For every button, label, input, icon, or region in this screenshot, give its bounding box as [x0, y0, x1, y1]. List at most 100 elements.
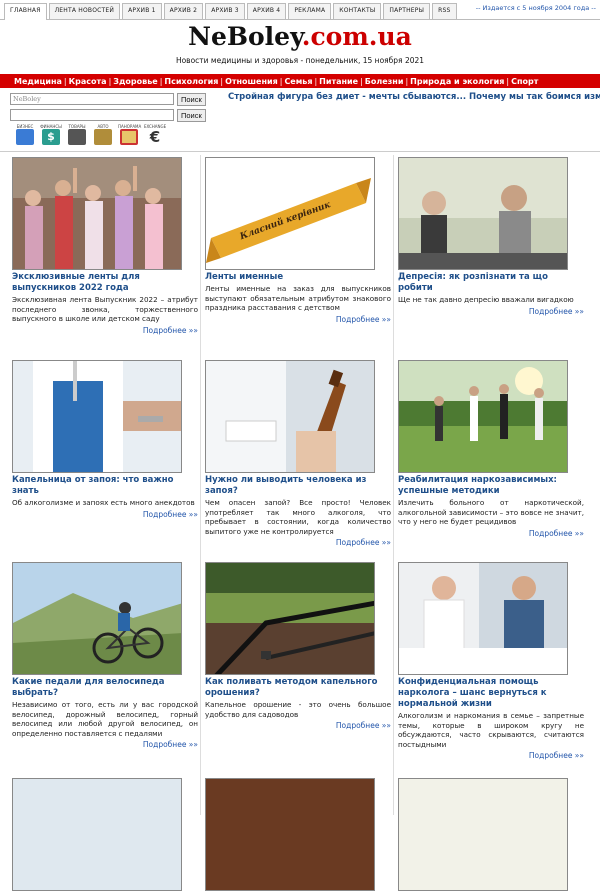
tab-advertising[interactable]: РЕКЛАМА	[288, 3, 332, 19]
article-title[interactable]: Реабилитация наркозависимых: успешные ме…	[398, 475, 578, 497]
tab-news-feed[interactable]: ЛЕНТА НОВОСТЕЙ	[48, 3, 121, 19]
panorama-icon[interactable]: ПАНОРАМА	[118, 124, 141, 145]
search-row-2: Поиск	[10, 109, 206, 122]
logo-name: NeBoley	[188, 22, 302, 51]
article-description: Излечить больного от наркотической, алко…	[398, 498, 584, 526]
read-more-link[interactable]: Подробнее »»	[398, 307, 584, 316]
article-title[interactable]: Какие педали для велосипеда выбрать?	[12, 677, 192, 699]
article-card	[205, 778, 385, 891]
tab-home[interactable]: ГЛАВНАЯ	[4, 3, 47, 20]
tab-archive-3[interactable]: АРХИВ 3	[205, 3, 245, 19]
article-title[interactable]: Капельница от запоя: что важно знать	[12, 475, 192, 497]
article-image-rehab[interactable]	[398, 360, 568, 473]
article-image-partial[interactable]	[12, 778, 182, 891]
article-image-drip-irrigation[interactable]	[205, 562, 375, 675]
goods-icon[interactable]: ТОВАРЫ	[66, 124, 88, 145]
article-card	[398, 778, 578, 891]
article-card: Класний керівник Ленты именные Ленты име…	[205, 157, 391, 324]
tab-contacts[interactable]: КОНТАКТЫ	[333, 3, 382, 19]
tab-rss[interactable]: RSS	[432, 3, 457, 19]
search-button-web[interactable]: Поиск	[177, 109, 206, 122]
menu-separator: |	[405, 76, 409, 86]
read-more-link[interactable]: Подробнее »»	[205, 315, 391, 324]
article-image-partial[interactable]	[398, 778, 568, 891]
read-more-link[interactable]: Подробнее »»	[12, 326, 198, 335]
article-image-ribbon[interactable]: Класний керівник	[205, 157, 375, 270]
search-input-web[interactable]	[10, 109, 174, 121]
partner-icons: БИЗНЕС ФИНАНСЫ $ ТОВАРЫ АВТО ПАНОРАМА EXC…	[14, 124, 170, 145]
search-row-1: Поиск	[10, 93, 206, 106]
menu-separator: |	[108, 76, 112, 86]
article-card: Реабилитация наркозависимых: успешные ме…	[398, 360, 584, 538]
column-divider	[393, 155, 394, 815]
menu-psychology[interactable]: Психология	[164, 77, 218, 86]
auto-icon[interactable]: АВТО	[92, 124, 114, 145]
menu-separator: |	[220, 76, 224, 86]
read-more-link[interactable]: Подробнее »»	[12, 510, 198, 519]
menu-separator: |	[506, 76, 510, 86]
tab-archive-2[interactable]: АРХИВ 2	[163, 3, 204, 19]
article-card: Какие педали для велосипеда выбрать? Нез…	[12, 562, 198, 749]
site-logo[interactable]: NeBoley.com.ua	[0, 22, 600, 51]
exchange-icon[interactable]: EXCHANGE €	[144, 124, 166, 145]
menu-separator: |	[159, 76, 163, 86]
menu-relationships[interactable]: Отношения	[225, 77, 278, 86]
article-title[interactable]: Конфиденциальная помощь нарколога – шанс…	[398, 677, 578, 710]
article-card	[12, 778, 192, 891]
article-image-narcologist[interactable]	[398, 562, 568, 675]
tab-partners[interactable]: ПАРТНЕРЫ	[383, 3, 431, 19]
article-description: Ще не так давно депресію вважали вигадко…	[398, 295, 574, 304]
article-title[interactable]: Как поливать методом капельного орошения…	[205, 677, 385, 699]
article-title[interactable]: Эксклюзивные ленты для выпускников 2022 …	[12, 272, 192, 294]
article-image-binge[interactable]	[205, 360, 375, 473]
read-more-link[interactable]: Подробнее »»	[12, 740, 198, 749]
promo-headline-link[interactable]: Стройная фигура без диет - мечты сбывают…	[228, 92, 600, 102]
article-description: Независимо от того, есть ли у вас городс…	[12, 700, 198, 738]
menu-health[interactable]: Здоровье	[113, 77, 157, 86]
article-description: Капельное орошение - это очень большое у…	[205, 700, 391, 719]
menu-medicine[interactable]: Медицина	[14, 77, 62, 86]
menu-family[interactable]: Семья	[284, 77, 312, 86]
article-card: Конфиденциальная помощь нарколога – шанс…	[398, 562, 584, 760]
search-input-site[interactable]	[10, 93, 174, 105]
article-title[interactable]: Депресія: як розпізнати та що робити	[398, 272, 578, 294]
header-divider	[0, 151, 600, 152]
article-image-partial[interactable]	[205, 778, 375, 891]
menu-separator: |	[314, 76, 318, 86]
read-more-link[interactable]: Подробнее »»	[398, 529, 584, 538]
article-image-bicycle[interactable]	[12, 562, 182, 675]
column-divider	[200, 155, 201, 815]
search-button-site[interactable]: Поиск	[177, 93, 206, 106]
article-image-iv-drip[interactable]	[12, 360, 182, 473]
article-title[interactable]: Нужно ли выводить человека из запоя?	[205, 475, 385, 497]
article-card: Депресія: як розпізнати та що робити Ще …	[398, 157, 584, 316]
read-more-link[interactable]: Подробнее »»	[205, 721, 391, 730]
tab-archive-4[interactable]: АРХИВ 4	[246, 3, 287, 19]
tab-archive-1[interactable]: АРХИВ 1	[122, 3, 162, 19]
article-description: Ленты именные на заказ для выпускников в…	[205, 284, 391, 312]
article-card: Нужно ли выводить человека из запоя? Чем…	[205, 360, 391, 547]
article-description: Алкоголизм и наркомания в семье – запрет…	[398, 711, 584, 749]
menu-separator: |	[360, 76, 363, 86]
article-image-depression[interactable]	[398, 157, 568, 270]
menu-separator: |	[279, 76, 283, 86]
article-image-graduates[interactable]	[12, 157, 182, 270]
since-date-text: -- Издается с 5 ноября 2004 года --	[475, 4, 596, 12]
article-card: Капельница от запоя: что важно знать Об …	[12, 360, 198, 519]
read-more-link[interactable]: Подробнее »»	[398, 751, 584, 760]
menu-sport[interactable]: Спорт	[511, 77, 538, 86]
article-title[interactable]: Ленты именные	[205, 272, 385, 283]
read-more-link[interactable]: Подробнее »»	[205, 538, 391, 547]
menu-nature-ecology[interactable]: Природа и экология	[410, 77, 504, 86]
top-tabs: ГЛАВНАЯ ЛЕНТА НОВОСТЕЙ АРХИВ 1 АРХИВ 2 А…	[4, 3, 459, 20]
menu-beauty[interactable]: Красота	[69, 77, 107, 86]
menu-diseases[interactable]: Болезни	[365, 77, 404, 86]
business-icon[interactable]: БИЗНЕС	[14, 124, 36, 145]
menu-nutrition[interactable]: Питание	[319, 77, 358, 86]
top-nav-bar: ГЛАВНАЯ ЛЕНТА НОВОСТЕЙ АРХИВ 1 АРХИВ 2 А…	[0, 0, 600, 20]
menu-separator: |	[63, 76, 67, 86]
logo-domain: .com.ua	[301, 22, 412, 51]
finance-icon[interactable]: ФИНАНСЫ $	[40, 124, 62, 145]
site-tagline: Новости медицины и здоровья - понедельни…	[175, 56, 425, 65]
article-card: Как поливать методом капельного орошения…	[205, 562, 391, 730]
